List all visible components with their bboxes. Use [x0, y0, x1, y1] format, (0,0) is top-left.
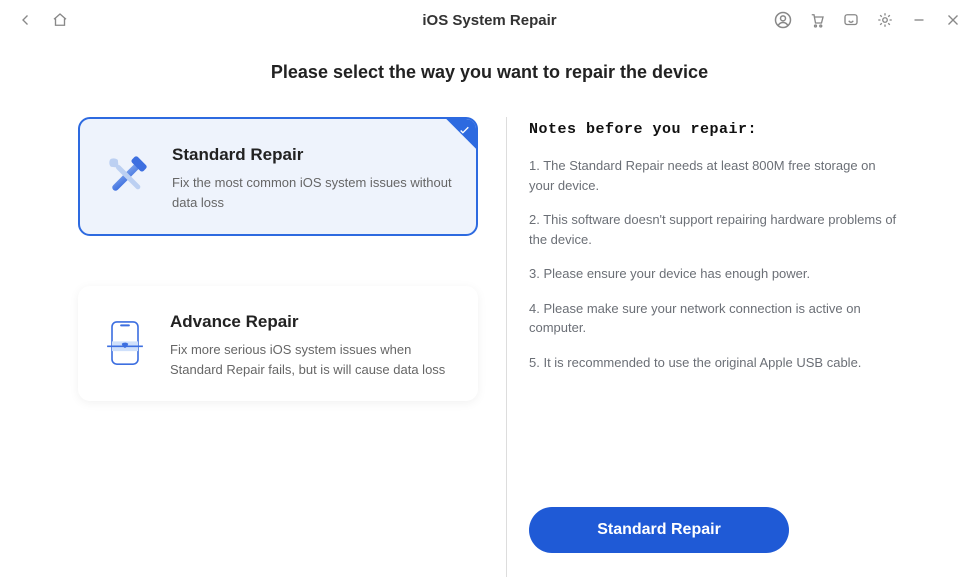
home-icon: [51, 11, 69, 29]
note-item: 1. The Standard Repair needs at least 80…: [529, 156, 901, 195]
repair-options: Standard Repair Fix the most common iOS …: [78, 117, 478, 577]
start-repair-button[interactable]: Standard Repair: [529, 507, 789, 553]
page-headline: Please select the way you want to repair…: [0, 62, 979, 83]
notes-panel: Notes before you repair: 1. The Standard…: [506, 117, 901, 577]
option-desc: Fix the most common iOS system issues wi…: [172, 173, 456, 212]
option-title: Standard Repair: [172, 145, 456, 165]
settings-button[interactable]: [871, 6, 899, 34]
selected-badge: [434, 119, 476, 161]
note-item: 2. This software doesn't support repairi…: [529, 210, 901, 249]
home-button[interactable]: [46, 6, 74, 34]
back-button[interactable]: [12, 6, 40, 34]
account-button[interactable]: [769, 6, 797, 34]
close-icon: [944, 11, 962, 29]
minimize-button[interactable]: [905, 6, 933, 34]
cart-button[interactable]: [803, 6, 831, 34]
option-advance-repair[interactable]: Advance Repair Fix more serious iOS syst…: [78, 286, 478, 401]
close-button[interactable]: [939, 6, 967, 34]
option-desc: Fix more serious iOS system issues when …: [170, 340, 458, 379]
smile-icon: [842, 11, 860, 29]
option-standard-repair[interactable]: Standard Repair Fix the most common iOS …: [78, 117, 478, 236]
phone-scan-icon: [96, 314, 154, 372]
notes-heading: Notes before you repair:: [529, 121, 901, 138]
option-title: Advance Repair: [170, 312, 458, 332]
minimize-icon: [910, 11, 928, 29]
titlebar: iOS System Repair: [0, 0, 979, 40]
note-item: 3. Please ensure your device has enough …: [529, 264, 901, 284]
check-icon: [458, 124, 471, 137]
user-icon: [773, 10, 793, 30]
gear-icon: [876, 11, 894, 29]
note-item: 5. It is recommended to use the original…: [529, 353, 901, 373]
feedback-button[interactable]: [837, 6, 865, 34]
note-item: 4. Please make sure your network connect…: [529, 299, 901, 338]
cart-icon: [808, 11, 826, 29]
arrow-left-icon: [17, 11, 35, 29]
tools-icon: [98, 147, 156, 205]
